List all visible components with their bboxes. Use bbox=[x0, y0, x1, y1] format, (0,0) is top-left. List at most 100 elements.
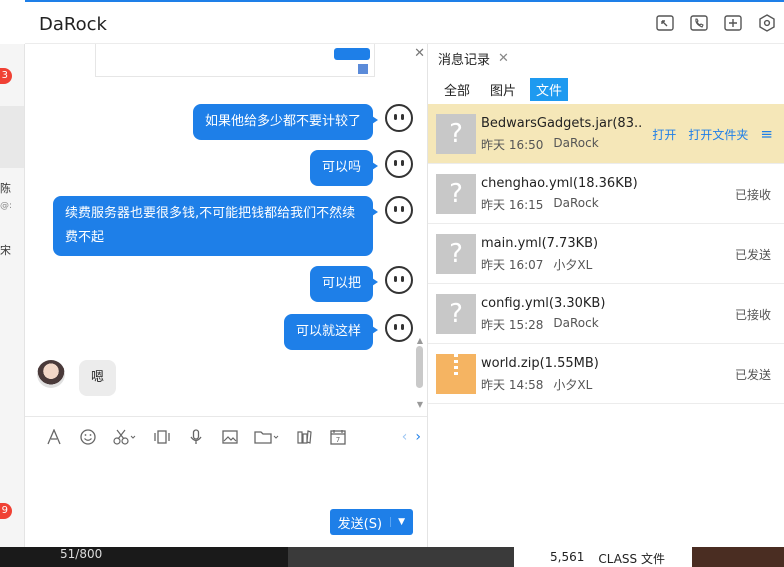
user-avatar[interactable] bbox=[385, 150, 413, 178]
file-name: config.yml(3.30KB) bbox=[481, 296, 606, 311]
file-name: world.zip(1.55MB) bbox=[481, 356, 599, 371]
open-link[interactable]: 打开 bbox=[652, 126, 676, 143]
file-row[interactable]: ? BedwarsGadgets.jar(83.... 昨天 16:50 DaR… bbox=[428, 104, 784, 164]
file-time: 昨天 16:07 bbox=[481, 258, 544, 272]
file-time: 昨天 14:58 bbox=[481, 378, 544, 392]
message-input[interactable]: 发送(S) ▼ bbox=[25, 456, 427, 547]
settings-icon[interactable] bbox=[756, 12, 778, 34]
file-time: 昨天 16:50 bbox=[481, 138, 544, 152]
message-bubble[interactable]: 续费服务器也要很多钱,不可能把钱都给我们不然续费不起 bbox=[53, 196, 378, 256]
selected-conversation[interactable] bbox=[0, 106, 24, 168]
message-row: 续费服务器也要很多钱,不可能把钱都给我们不然续费不起 bbox=[53, 196, 413, 256]
filter-files[interactable]: 文件 bbox=[530, 78, 569, 101]
file-row[interactable]: ? main.yml(7.73KB) 昨天 16:07 小夕XL 已发送 bbox=[428, 224, 784, 284]
close-tab-icon[interactable]: ✕ bbox=[498, 51, 509, 66]
emoji-icon[interactable] bbox=[71, 424, 105, 450]
send-button[interactable]: 发送(S) ▼ bbox=[329, 509, 413, 535]
chat-title: DaRock bbox=[39, 14, 107, 35]
chevron-right-icon[interactable]: › bbox=[415, 429, 421, 445]
preview-tag bbox=[334, 48, 370, 60]
send-options-caret-icon[interactable]: ▼ bbox=[390, 517, 405, 527]
filter-images[interactable]: 图片 bbox=[484, 78, 522, 101]
message-row: 可以吗 bbox=[309, 150, 413, 186]
file-sender: 小夕XL bbox=[553, 258, 593, 272]
font-icon[interactable] bbox=[37, 424, 71, 450]
microphone-icon[interactable] bbox=[179, 424, 213, 450]
message-area[interactable]: ✕ 如果他给多少都不要计较了 可以吗 续费服务器也要很多钱,不可能把钱都给我们不… bbox=[25, 44, 427, 416]
svg-text:7: 7 bbox=[336, 436, 340, 444]
file-row[interactable]: ? chenghao.yml(18.36KB) 昨天 16:15 DaRock … bbox=[428, 164, 784, 224]
file-name: chenghao.yml(18.36KB) bbox=[481, 176, 638, 191]
record-filters: 全部 图片 文件 bbox=[438, 78, 569, 101]
file-status: 已发送 bbox=[734, 248, 771, 262]
file-status: 已发送 bbox=[734, 368, 771, 382]
message-bubble[interactable]: 可以把 bbox=[309, 266, 379, 302]
unknown-file-icon: ? bbox=[436, 234, 476, 274]
file-status: 已接收 bbox=[734, 308, 771, 322]
message-bubble[interactable]: 如果他给多少都不要计较了 bbox=[192, 104, 379, 140]
conversation-fragment[interactable]: 宋 bbox=[0, 242, 11, 258]
open-folder-link[interactable]: 打开文件夹 bbox=[688, 126, 748, 143]
user-avatar[interactable] bbox=[385, 314, 413, 342]
screenshot-icon[interactable] bbox=[654, 12, 676, 34]
image-icon[interactable] bbox=[213, 424, 247, 450]
tab-message-records[interactable]: 消息记录 ✕ bbox=[428, 44, 514, 74]
quoted-image-preview[interactable] bbox=[95, 44, 375, 77]
background-file-size: 5,561 bbox=[550, 550, 585, 564]
file-list: ? BedwarsGadgets.jar(83.... 昨天 16:50 DaR… bbox=[428, 104, 784, 404]
unknown-file-icon: ? bbox=[436, 114, 476, 154]
phone-icon[interactable] bbox=[688, 12, 710, 34]
message-row: 可以把 bbox=[309, 266, 413, 302]
message-records-panel: 消息记录 ✕ 全部 图片 文件 ? BedwarsGadgets.jar(83.… bbox=[427, 44, 784, 547]
file-name: BedwarsGadgets.jar(83.... bbox=[481, 116, 641, 131]
apps-icon[interactable] bbox=[287, 424, 321, 450]
tab-label: 消息记录 bbox=[438, 52, 491, 68]
message-row: 如果他给多少都不要计较了 bbox=[192, 104, 413, 140]
file-time: 昨天 15:28 bbox=[481, 318, 544, 332]
preview-thumbnail bbox=[358, 64, 368, 74]
zip-file-icon bbox=[436, 354, 476, 394]
scrollbar-thumb[interactable] bbox=[416, 346, 423, 388]
file-time: 昨天 16:15 bbox=[481, 198, 544, 212]
message-row: 嗯 bbox=[37, 360, 117, 396]
conversation-fragment[interactable]: 陈 bbox=[0, 180, 11, 196]
scissors-icon[interactable] bbox=[105, 424, 145, 450]
send-label: 发送(S) bbox=[337, 516, 383, 532]
unread-badge: 3 bbox=[0, 68, 12, 84]
background-file-type: CLASS 文件 bbox=[598, 552, 665, 566]
calendar-icon[interactable]: 7 bbox=[321, 424, 355, 450]
file-row[interactable]: world.zip(1.55MB) 昨天 14:58 小夕XL 已发送 bbox=[428, 344, 784, 404]
contact-avatar[interactable] bbox=[37, 360, 65, 388]
file-name: main.yml(7.73KB) bbox=[481, 236, 599, 251]
file-sender: DaRock bbox=[553, 196, 599, 210]
scroll-up-arrow[interactable]: ▲ bbox=[417, 336, 423, 345]
file-sender: DaRock bbox=[553, 136, 599, 150]
background-panel bbox=[692, 547, 784, 567]
add-member-icon[interactable] bbox=[722, 12, 744, 34]
message-bubble[interactable]: 可以吗 bbox=[309, 150, 379, 186]
unknown-file-icon: ? bbox=[436, 174, 476, 214]
message-bubble[interactable]: 嗯 bbox=[79, 360, 117, 396]
background-counter: 51/800 bbox=[0, 547, 288, 567]
scroll-down-arrow[interactable]: ▼ bbox=[417, 400, 423, 409]
user-avatar[interactable] bbox=[385, 104, 413, 132]
chevron-left-icon[interactable]: ‹ bbox=[402, 429, 408, 445]
user-avatar[interactable] bbox=[385, 196, 413, 224]
unknown-file-icon: ? bbox=[436, 294, 476, 334]
conversation-fragment[interactable]: @: bbox=[0, 201, 12, 211]
menu-icon[interactable]: ≡ bbox=[760, 125, 773, 143]
shake-icon[interactable] bbox=[145, 424, 179, 450]
user-avatar[interactable] bbox=[385, 266, 413, 294]
background-window-strip: 51/800 5,561 CLASS 文件 bbox=[0, 547, 784, 567]
input-toolbar: 7 ‹ › bbox=[25, 416, 427, 456]
file-sender: DaRock bbox=[553, 316, 599, 330]
file-row[interactable]: ? config.yml(3.30KB) 昨天 15:28 DaRock 已接收 bbox=[428, 284, 784, 344]
im-window: 3 陈 @: 宋 9 DaRock ✕ 如果他给多少都不要计较了 可以吗 续费服… bbox=[0, 0, 784, 567]
background-panel bbox=[288, 547, 514, 567]
folder-icon[interactable] bbox=[247, 424, 287, 450]
file-status: 已接收 bbox=[734, 188, 771, 202]
close-icon[interactable]: ✕ bbox=[414, 46, 425, 61]
conversation-list-strip: 3 陈 @: 宋 9 bbox=[0, 44, 25, 547]
filter-all[interactable]: 全部 bbox=[438, 78, 476, 101]
message-bubble[interactable]: 可以就这样 bbox=[283, 314, 379, 350]
